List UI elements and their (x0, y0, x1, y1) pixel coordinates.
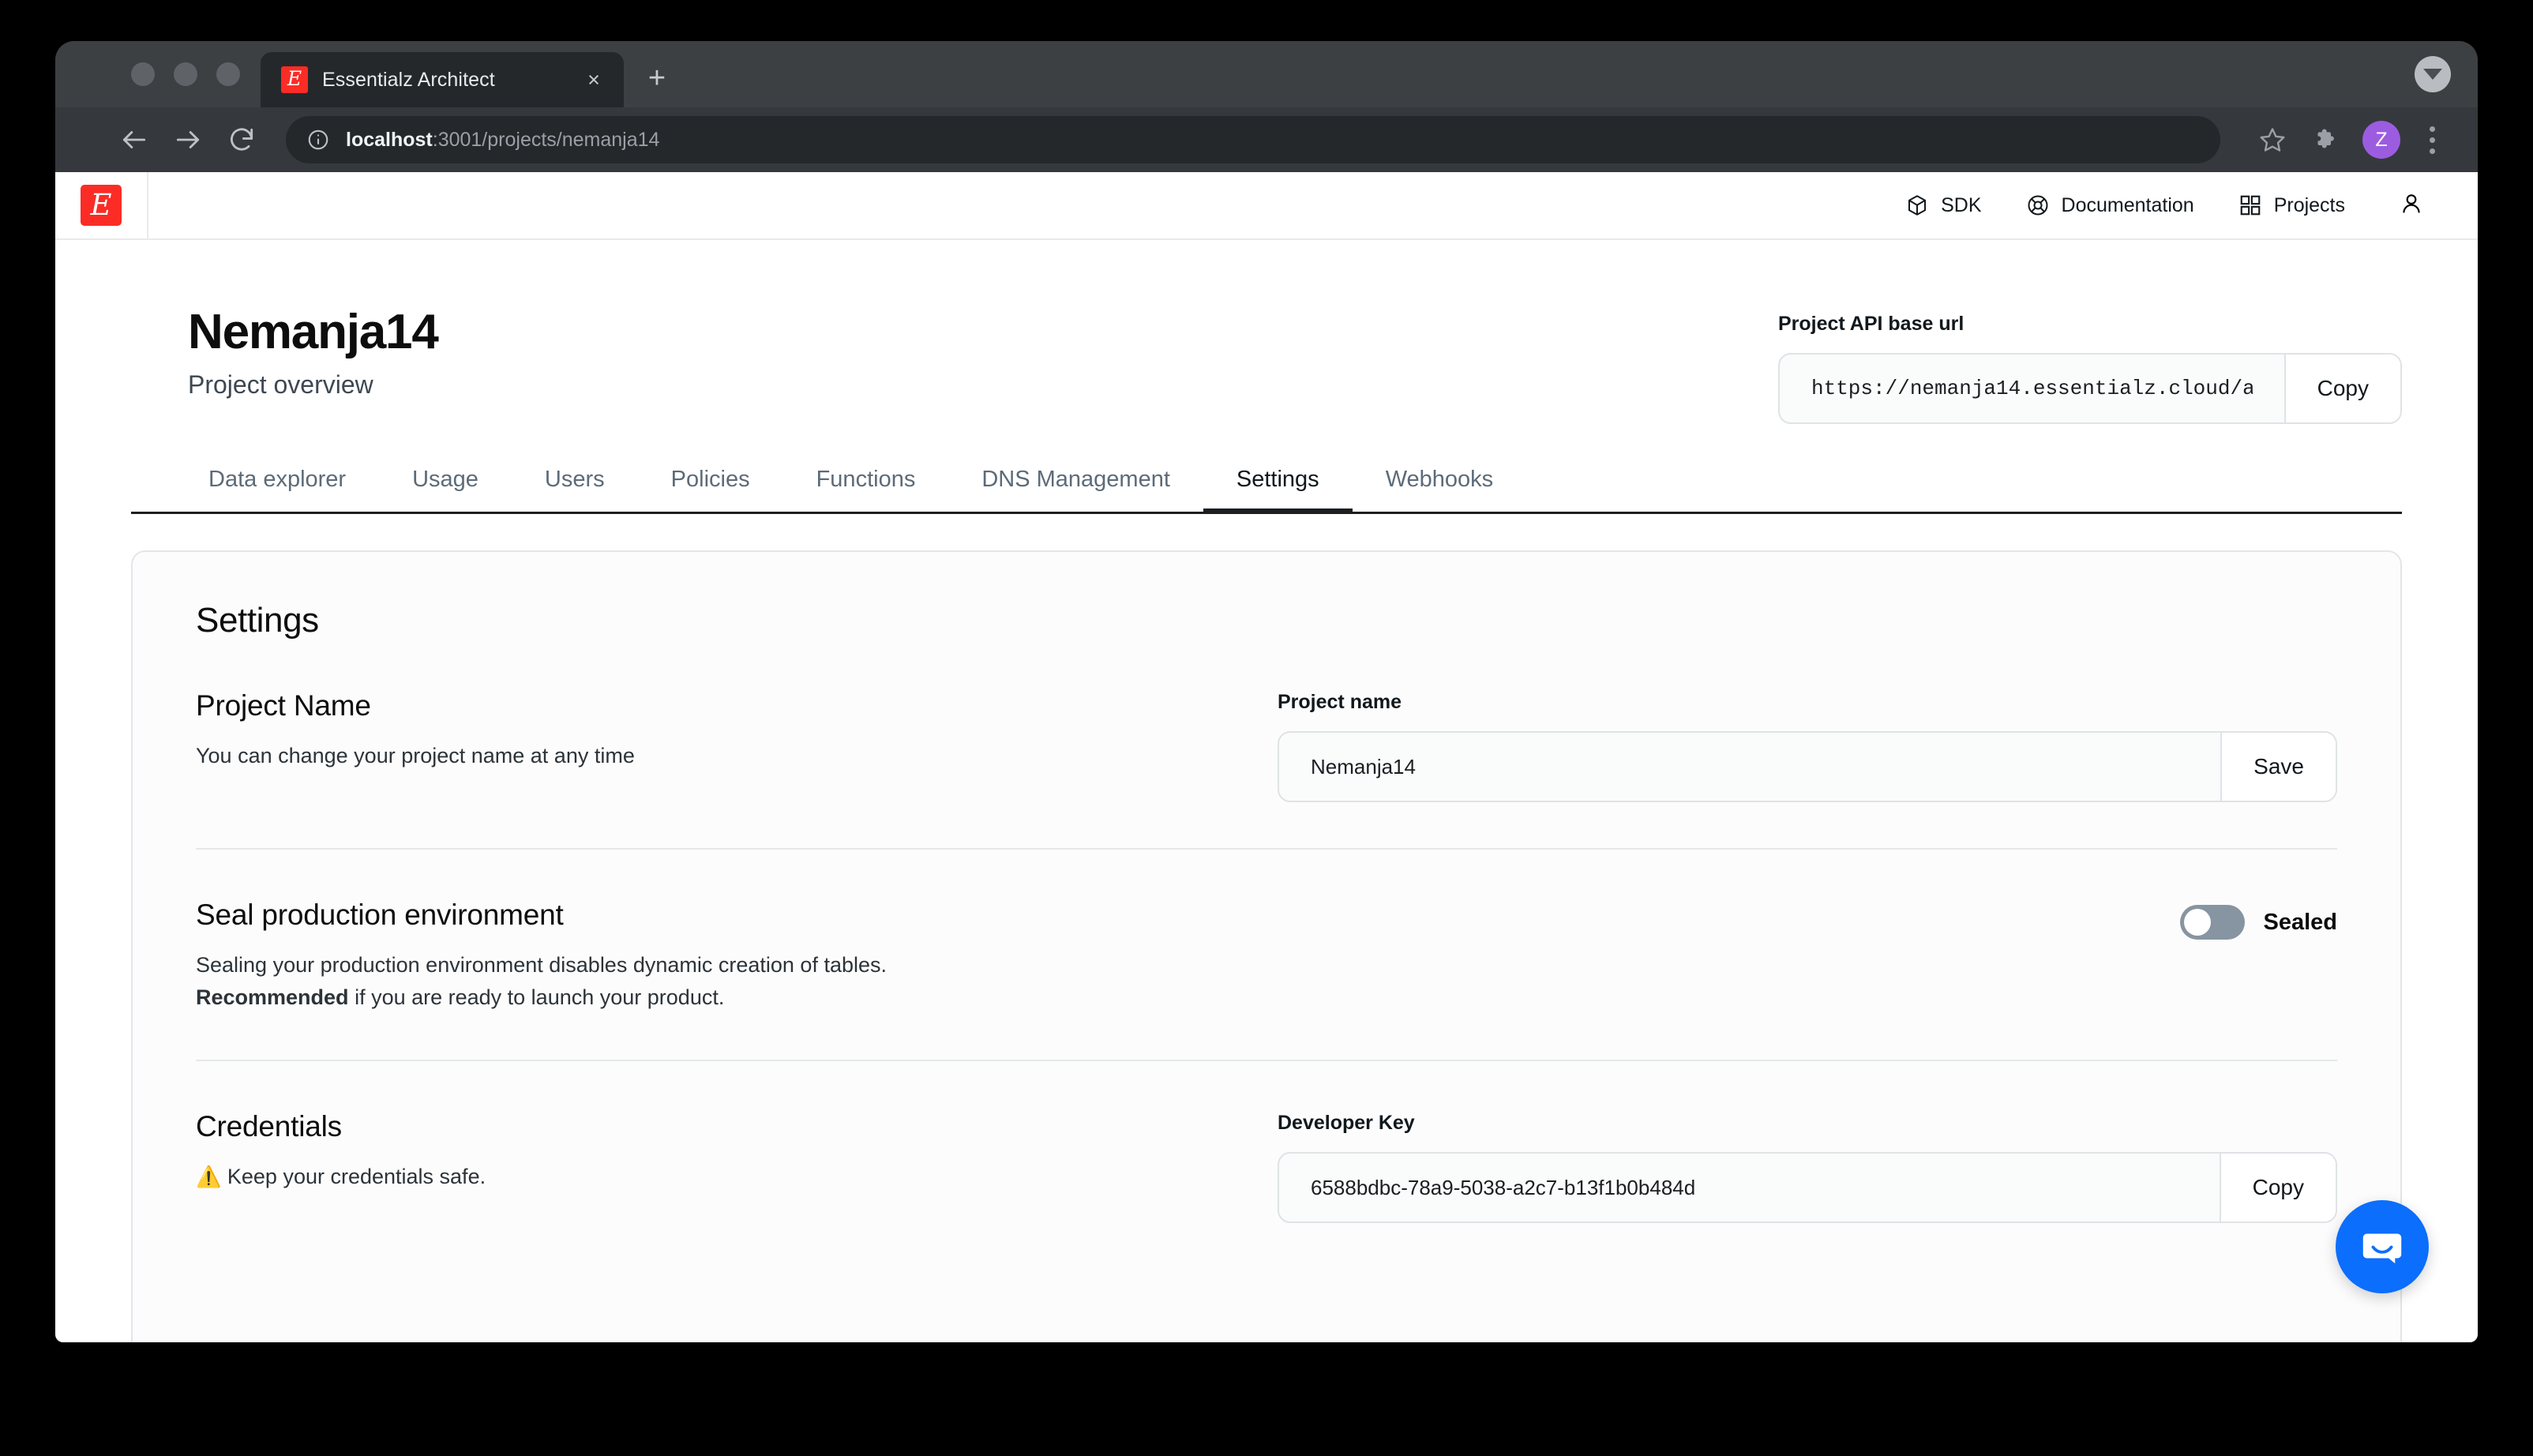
tab-functions[interactable]: Functions (783, 467, 949, 512)
browser-tab[interactable]: E Essentialz Architect × (261, 52, 624, 107)
nav-item-documentation[interactable]: Documentation (2004, 172, 2216, 238)
brand-logo-glyph: E (90, 188, 112, 222)
page-title: Nemanja14 (188, 305, 439, 359)
page-content: Nemanja14 Project overview Project API b… (55, 240, 2478, 1342)
browser-menu-icon[interactable] (2413, 118, 2451, 162)
warning-triangle-icon: ⚠️ (196, 1165, 222, 1189)
tab-webhooks[interactable]: Webhooks (1353, 467, 1527, 512)
project-name-description: You can change your project name at any … (196, 744, 635, 767)
brand-logo-icon: E (81, 185, 122, 226)
url-text: localhost:3001/projects/nemanja14 (346, 129, 659, 152)
seal-toggle-label: Sealed (2263, 909, 2338, 935)
project-tabs: Data explorer Usage Users Policies Funct… (131, 467, 2402, 514)
page-viewport: E SDK Documentation Projects Nemanja14 P… (55, 172, 2478, 1342)
url-host: localhost (346, 128, 433, 151)
section-seal-production: Seal production environment Sealing your… (196, 848, 2337, 1014)
tab-usage[interactable]: Usage (379, 467, 512, 512)
seal-toggle-knob (2183, 909, 2211, 936)
nav-item-projects-label: Projects (2273, 193, 2345, 216)
section-credentials: Credentials ⚠️ Keep your credentials saf… (196, 1060, 2337, 1224)
screenshot-root: E Essentialz Architect × + localhost:300… (0, 0, 2533, 1456)
page-title-block: Nemanja14 Project overview (131, 306, 1778, 400)
extensions-puzzle-icon[interactable] (2304, 118, 2348, 162)
app-header: E SDK Documentation Projects (55, 172, 2478, 240)
page-title-row: Nemanja14 Project overview Project API b… (131, 240, 2402, 424)
developer-key-combo: 6588bdbc-78a9-5038-a2c7-b13f1b0b484d Cop… (1278, 1152, 2337, 1224)
project-name-value: Nemanja14 (1311, 754, 1416, 779)
credentials-warning-text: Keep your credentials safe. (227, 1165, 486, 1189)
window-close-button[interactable] (131, 62, 155, 86)
credentials-warning: ⚠️ Keep your credentials safe. (196, 1161, 1278, 1193)
browser-window: E Essentialz Architect × + localhost:300… (55, 41, 2478, 1342)
url-path: :3001/projects/nemanja14 (432, 128, 660, 151)
developer-key-copy-button[interactable]: Copy (2219, 1154, 2336, 1222)
intercom-launcher-button[interactable] (2336, 1200, 2429, 1293)
save-button[interactable]: Save (2220, 733, 2336, 801)
settings-card: Settings Project Name You can change you… (131, 550, 2402, 1342)
project-name-combo: Nemanja14 Save (1278, 731, 2337, 802)
reload-icon[interactable] (215, 113, 268, 167)
project-name-field-label: Project name (1278, 691, 1402, 713)
seal-line-2-rest: if you are ready to launch your product. (348, 985, 725, 1010)
tabstrip-right-controls (2415, 41, 2478, 107)
cube-icon (1905, 193, 1929, 217)
seal-line-1: Sealing your production environment disa… (196, 953, 887, 977)
project-name-heading: Project Name (196, 689, 371, 722)
chat-bubble-icon (2362, 1233, 2402, 1264)
nav-item-sdk-label: SDK (1941, 193, 1982, 216)
api-base-url-input[interactable]: https://nemanja14.essentialz.cloud/a (1780, 355, 2284, 422)
window-minimize-button[interactable] (174, 62, 197, 86)
api-base-url-block: Project API base url https://nemanja14.e… (1778, 306, 2402, 424)
nav-item-sdk[interactable]: SDK (1883, 172, 2003, 238)
nav-item-projects[interactable]: Projects (2216, 172, 2367, 238)
grid-icon (2238, 193, 2262, 217)
close-icon[interactable]: × (578, 64, 610, 96)
api-base-url-label: Project API base url (1778, 313, 1964, 335)
settings-card-title: Settings (196, 601, 319, 640)
tab-policies[interactable]: Policies (638, 467, 783, 512)
new-tab-button[interactable]: + (635, 57, 679, 101)
tab-users[interactable]: Users (512, 467, 638, 512)
credentials-heading: Credentials (196, 1110, 342, 1143)
browser-tab-title: Essentialz Architect (322, 68, 495, 91)
page-subtitle: Project overview (188, 370, 373, 400)
developer-key-label: Developer Key (1278, 1112, 1415, 1135)
api-base-url-combo: https://nemanja14.essentialz.cloud/a Cop… (1778, 353, 2402, 424)
developer-key-input[interactable]: 6588bdbc-78a9-5038-a2c7-b13f1b0b484d (1279, 1154, 2220, 1221)
window-maximize-button[interactable] (216, 62, 240, 86)
address-bar[interactable]: localhost:3001/projects/nemanja14 (286, 116, 2220, 163)
tab-data-explorer[interactable]: Data explorer (175, 467, 379, 512)
favicon-glyph: E (287, 67, 302, 90)
favicon-icon: E (281, 66, 308, 93)
project-name-input[interactable]: Nemanja14 (1279, 733, 2220, 801)
lifebuoy-icon (2026, 193, 2050, 217)
seal-recommended-label: Recommended (196, 985, 349, 1010)
seal-heading: Seal production environment (196, 899, 564, 931)
section-project-name: Project Name You can change your project… (196, 640, 2337, 802)
profile-avatar[interactable]: Z (2362, 121, 2400, 159)
window-traffic-lights (55, 41, 261, 107)
bookmark-star-icon[interactable] (2250, 118, 2295, 162)
api-base-url-value: https://nemanja14.essentialz.cloud/a (1811, 377, 2253, 400)
tab-dns-management[interactable]: DNS Management (948, 467, 1203, 512)
account-button[interactable] (2367, 172, 2443, 238)
seal-toggle[interactable] (2179, 905, 2245, 940)
seal-description: Sealing your production environment disa… (196, 949, 1278, 1014)
user-icon (2399, 191, 2424, 220)
app-logo[interactable]: E (55, 172, 148, 238)
browser-tab-strip: E Essentialz Architect × + (55, 41, 2478, 107)
developer-key-value: 6588bdbc-78a9-5038-a2c7-b13f1b0b484d (1311, 1175, 1696, 1199)
nav-item-documentation-label: Documentation (2061, 193, 2194, 216)
tab-settings[interactable]: Settings (1203, 467, 1353, 514)
forward-arrow-icon[interactable] (161, 113, 215, 167)
seal-toggle-row: Sealed (1278, 900, 2337, 940)
api-base-url-copy-button[interactable]: Copy (2283, 355, 2400, 422)
tab-search-chevron-down-icon[interactable] (2415, 56, 2451, 92)
browser-toolbar: localhost:3001/projects/nemanja14 Z (55, 107, 2478, 172)
header-nav: SDK Documentation Projects (1883, 172, 2478, 238)
back-arrow-icon[interactable] (107, 113, 161, 167)
site-info-icon[interactable] (306, 128, 330, 152)
